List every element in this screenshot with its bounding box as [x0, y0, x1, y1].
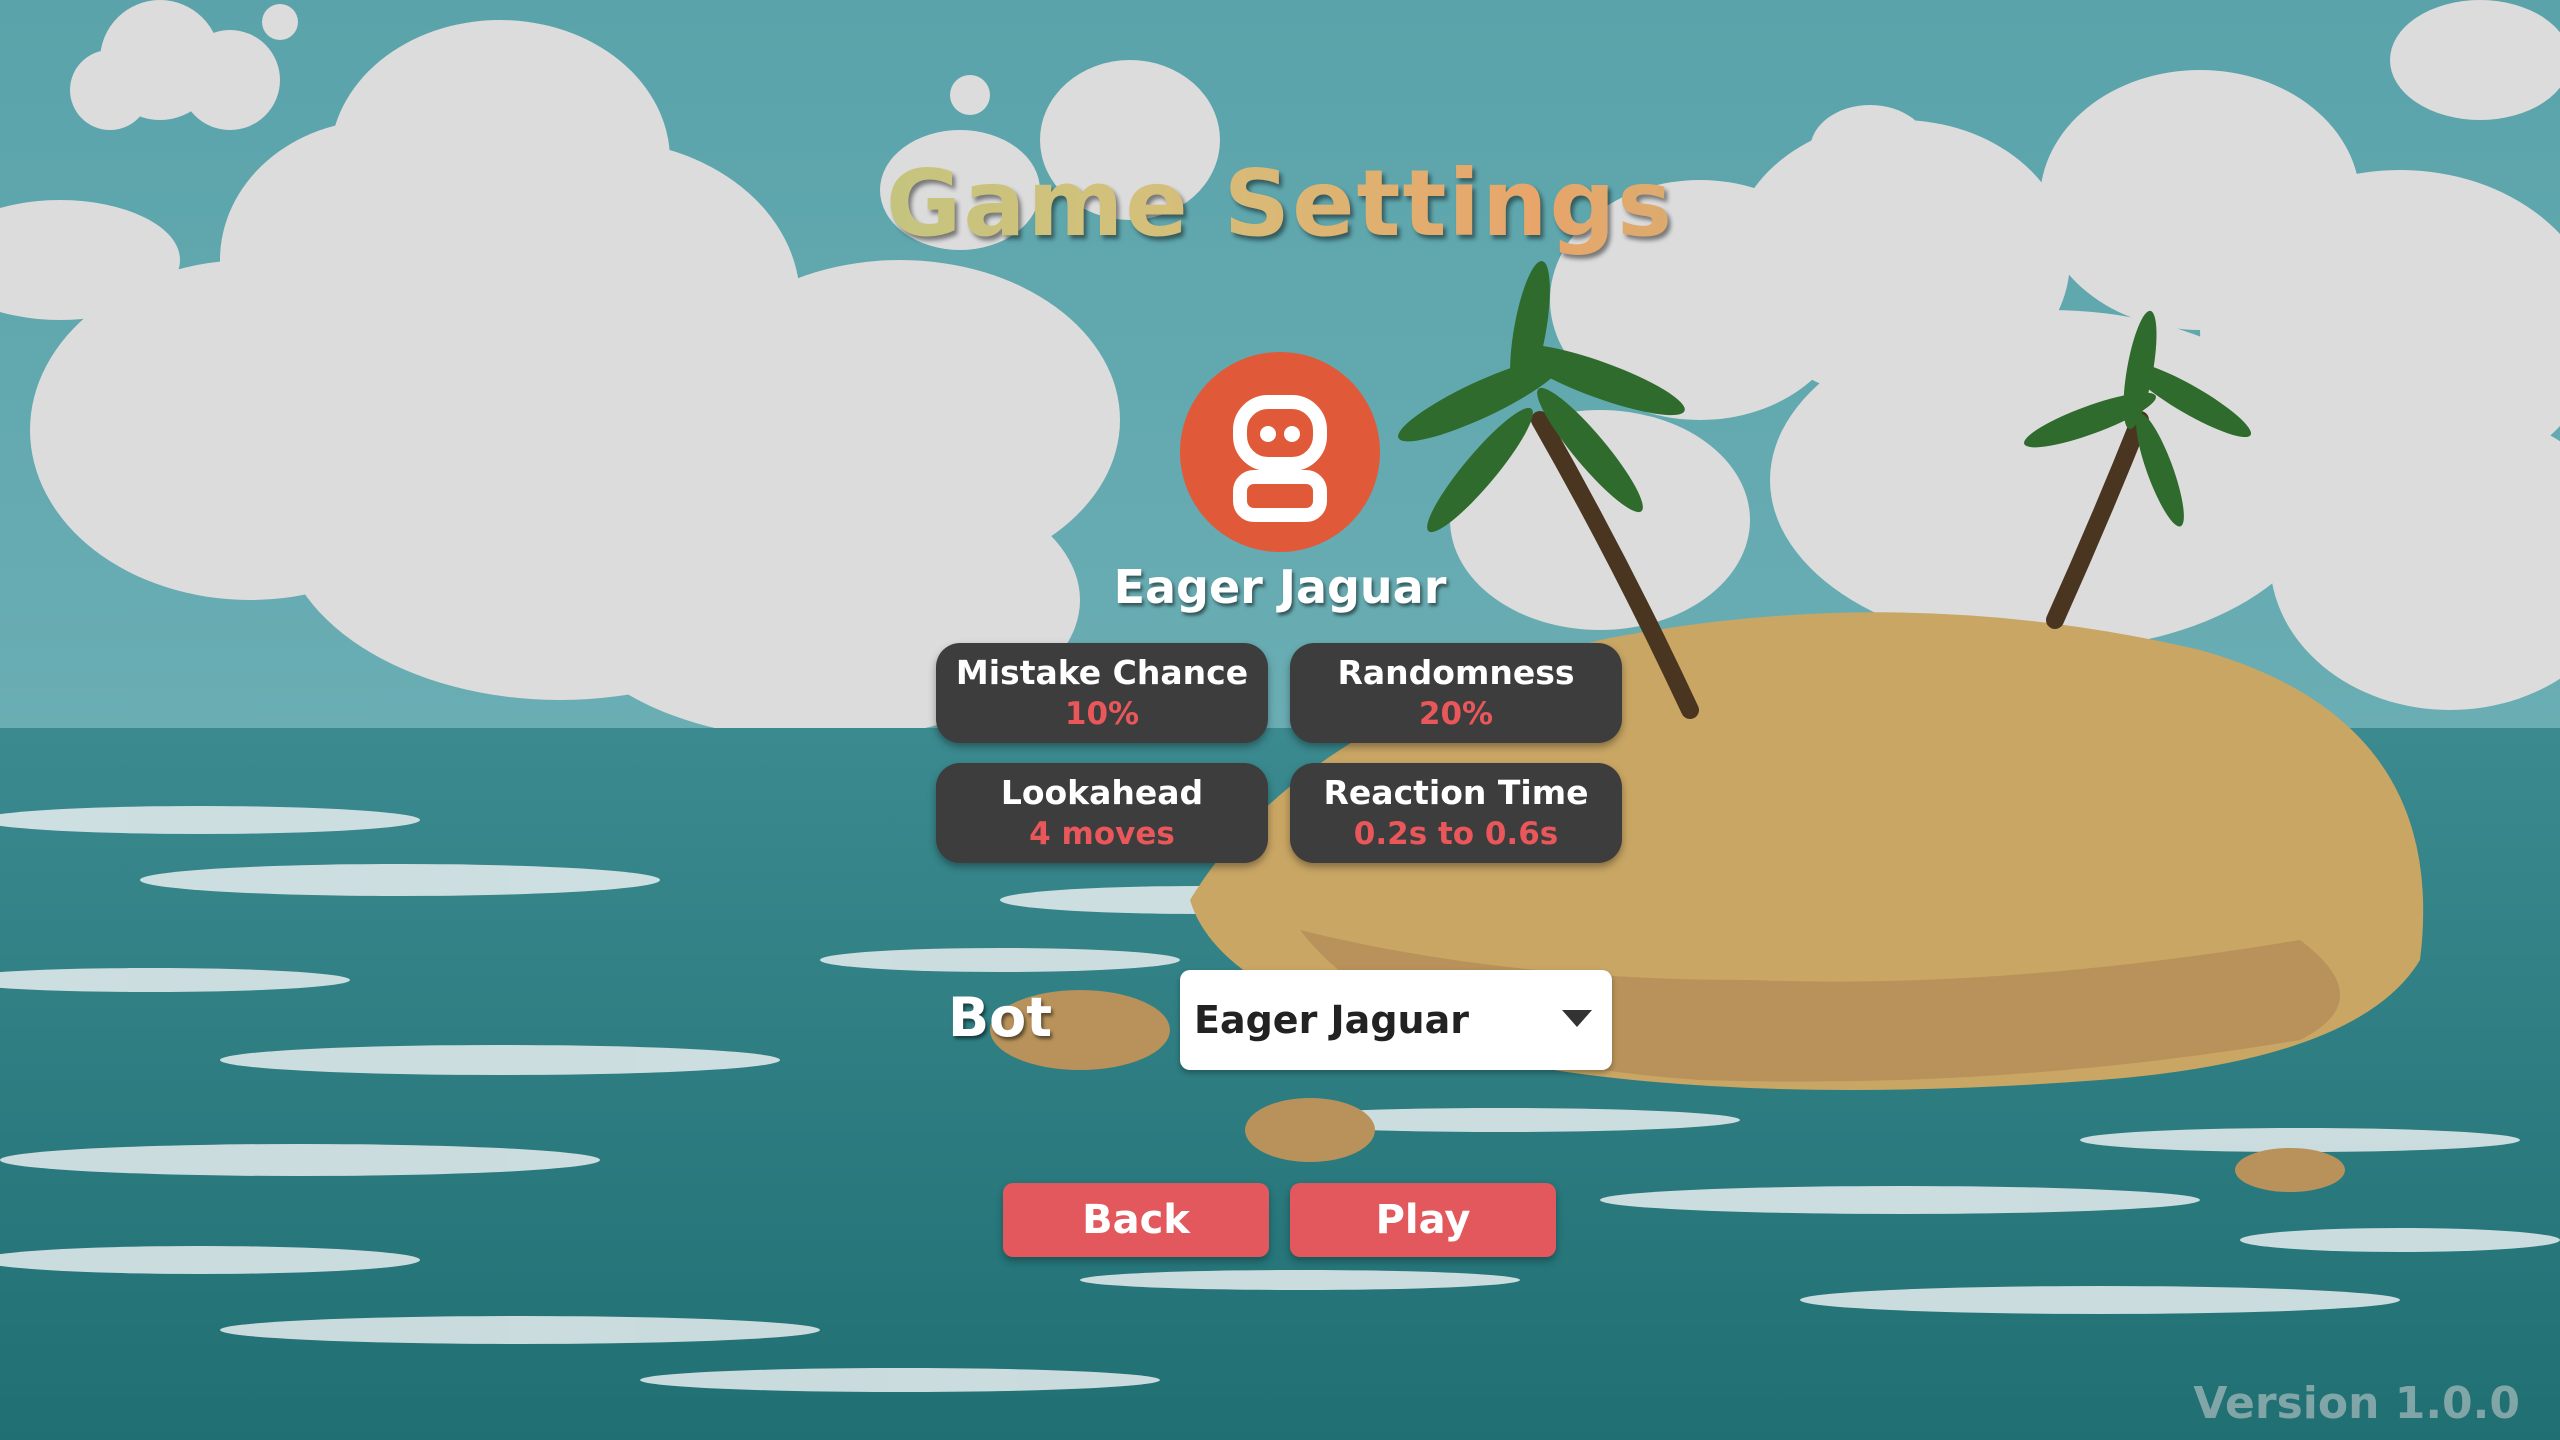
- stat-value: 0.2s to 0.6s: [1353, 816, 1559, 852]
- stat-value: 4 moves: [1029, 816, 1175, 852]
- stat-value: 10%: [1064, 696, 1140, 732]
- stat-label: Randomness: [1337, 653, 1575, 692]
- stat-lookahead: Lookahead 4 moves: [936, 763, 1268, 863]
- page-title: Game Settings: [0, 150, 2560, 257]
- robot-icon: [1233, 395, 1327, 522]
- stat-randomness: Randomness 20%: [1290, 643, 1622, 743]
- bot-select-label: Bot: [948, 986, 1053, 1049]
- version-label: Version 1.0.0: [2193, 1378, 2520, 1429]
- back-button[interactable]: Back: [1003, 1183, 1269, 1257]
- bot-select-value: Eager Jaguar: [1194, 998, 1469, 1042]
- chevron-down-icon: [1562, 1010, 1592, 1027]
- stat-label: Reaction Time: [1323, 773, 1589, 812]
- stat-reaction-time: Reaction Time 0.2s to 0.6s: [1290, 763, 1622, 863]
- stat-label: Lookahead: [1000, 773, 1204, 812]
- bot-avatar: [1180, 352, 1380, 552]
- bot-select-dropdown[interactable]: Eager Jaguar: [1180, 970, 1612, 1070]
- stat-value: 20%: [1418, 696, 1494, 732]
- play-button[interactable]: Play: [1290, 1183, 1556, 1257]
- bot-name: Eager Jaguar: [1113, 560, 1447, 614]
- stat-label: Mistake Chance: [955, 653, 1249, 692]
- stat-mistake-chance: Mistake Chance 10%: [936, 643, 1268, 743]
